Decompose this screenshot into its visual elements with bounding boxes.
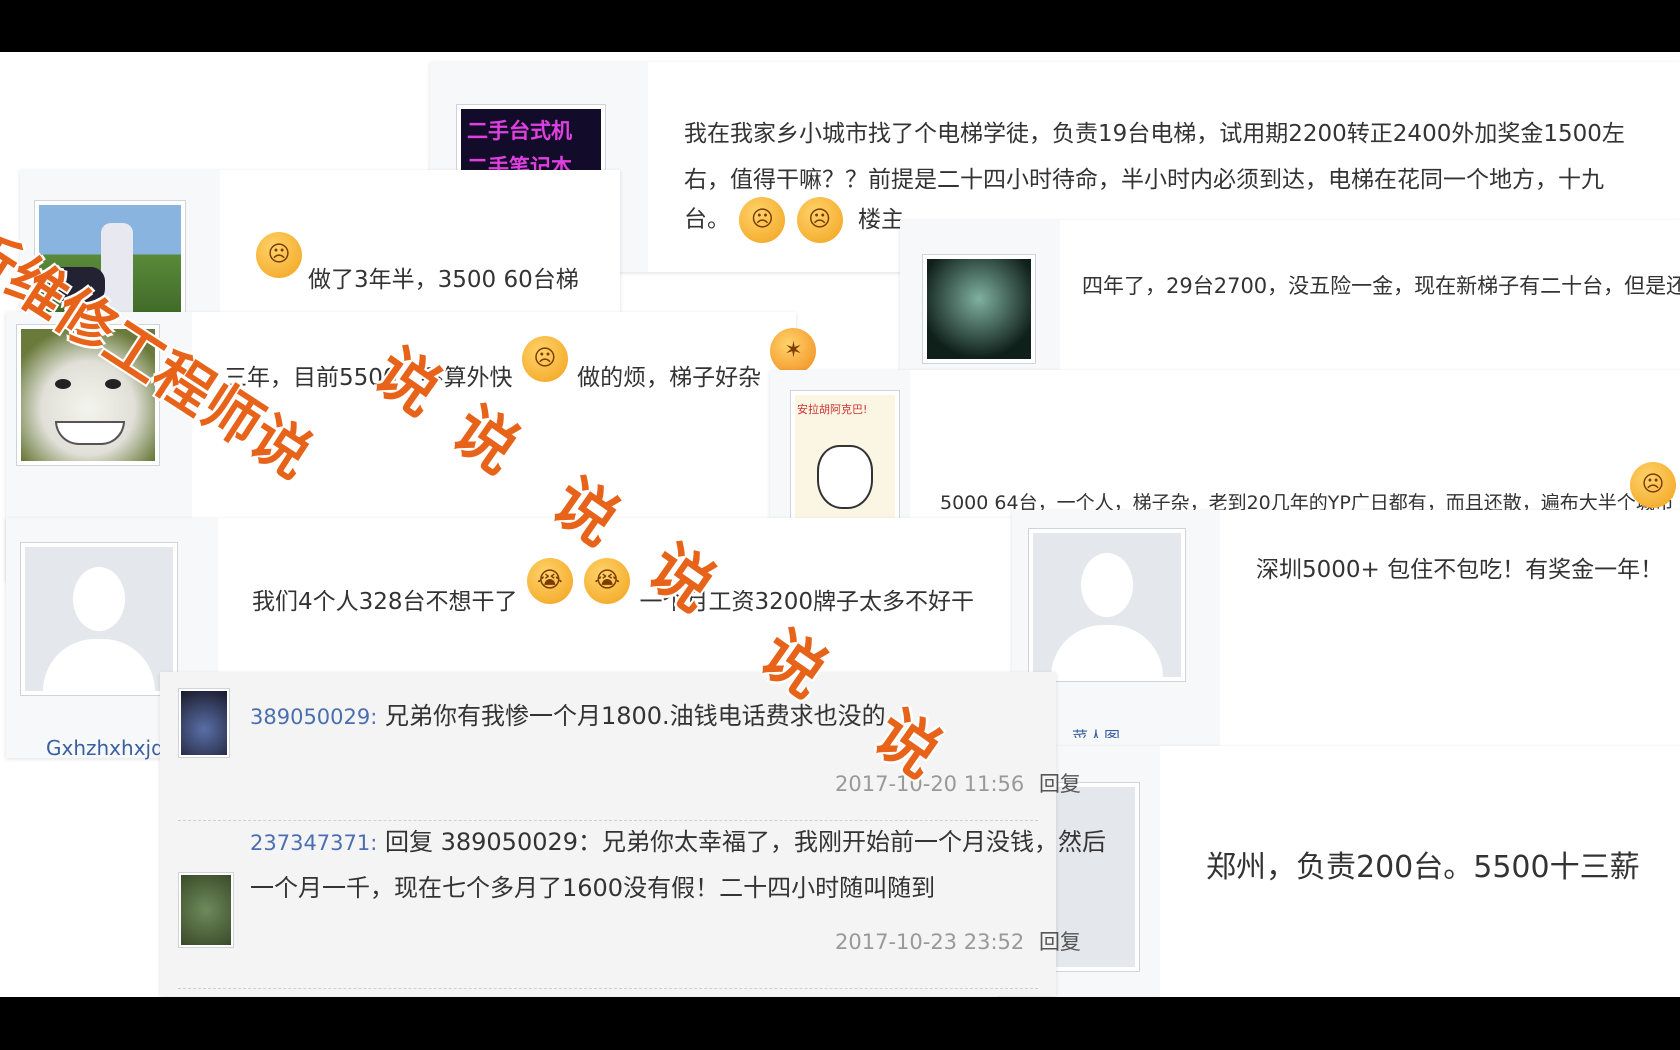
post-op-text-3-a: 台。 (684, 206, 730, 233)
avatar-default-left (20, 542, 178, 696)
post-op-text-1: 我在我家乡小城市找了个电梯学徒，负责19台电梯，试用期2200转正2400外加奖… (684, 121, 1625, 147)
post-3-text: 四年了，29台2700，没五险一金，现在新梯子有二十台，但是还没给加奖金 (1082, 274, 1680, 298)
post-7-text: 深圳5000+ 包住不包吃！有奖金一年！ (1256, 557, 1664, 583)
frown-emoji-icon: ☹ (521, 336, 568, 382)
post-2-text-body: 做了3年半，3500 60台梯 (308, 267, 579, 293)
post-4-text: 三年，目前5500，不算外快 ☹ 做的烦，梯子好杂 ✶ (224, 328, 818, 392)
frown-emoji-icon: ☹ (256, 232, 302, 278)
collage-area: 二手台式机 二手笔记本 我在我家乡小城市找了个电梯学徒，负责19台电梯，试用期2… (0, 52, 1680, 997)
crying-emoji-icon: 😭 (526, 558, 573, 604)
top-black-bar (0, 0, 1680, 52)
reply-2-time: 2017-10-23 23:52 (835, 930, 1025, 954)
frown-emoji-icon: ☹ (739, 197, 786, 243)
post-card-8: 郑州，负责200台。5500十三薪 (1000, 746, 1680, 997)
avatar-hands (922, 254, 1036, 364)
avatar-cartoon-text: 安拉胡阿克巴! (797, 403, 868, 416)
post-card-7: 菜人图 深圳5000+ 包住不包吃！有奖金一年！ (1012, 510, 1680, 758)
right-username[interactable]: 菜人图 (1072, 724, 1120, 738)
sick-emoji-icon: ✶ (770, 328, 817, 374)
crying-emoji-icon: 😭 (584, 558, 631, 604)
reply-1-body: 兄弟你有我惨一个月1800.油钱电话费求也没的 (384, 702, 886, 730)
reply-2-meta: 2017-10-23 23:52 回复 (835, 926, 1081, 956)
reply-2-body: 回复 389050029：兄弟你太幸福了，我刚开始前一个月没钱，然后 (384, 828, 1107, 856)
post-2-text: ☹ 做了3年半，3500 60台梯 (256, 232, 579, 294)
reply-1-time: 2017-10-20 11:56 (835, 772, 1025, 796)
reply-bottom-divider (178, 988, 1038, 989)
reply-1-reply-link[interactable]: 回复 (1039, 772, 1081, 796)
post-8-text: 郑州，负责200台。5500十三薪 (1206, 850, 1640, 885)
post-op-text-2: 右，值得干嘛？？前提是二十四小时待命，半小时内必须到达，电梯在花同一个地方，十九 (684, 167, 1604, 193)
reply-divider (178, 820, 1038, 821)
thumb-ad-text-1: 二手台式机 (467, 119, 572, 143)
op-tag: 楼主 (857, 206, 904, 233)
reply-avatar-2 (178, 872, 234, 948)
reply-2-text-2: 一个月一千，现在七个多月了1600没有假！二十四小时随叫随到 (250, 874, 936, 902)
post-6-text-a: 我们4个人328台不想干了 (252, 589, 518, 615)
reply-1-meta: 2017-10-20 11:56 回复 (835, 768, 1081, 798)
reply-2-reply-link[interactable]: 回复 (1039, 930, 1081, 954)
frown-emoji-icon: ☹ (1630, 462, 1676, 508)
left-username[interactable]: Gxhzhxhxjd (46, 736, 164, 760)
reply-2-user[interactable]: 237347371: (250, 831, 377, 855)
bottom-black-bar (0, 997, 1680, 1050)
post-card-3: 四年了，29台2700，没五险一金，现在新梯子有二十台，但是还没给加奖金 (900, 220, 1680, 380)
frown-emoji-icon: ☹ (796, 197, 843, 243)
reply-avatar-1 (178, 688, 230, 758)
avatar-default-right (1028, 528, 1186, 682)
post-4-text-b: 做的烦，梯子好杂 (577, 365, 762, 391)
reply-1-user[interactable]: 389050029: (250, 705, 377, 729)
post-6-text: 我们4个人328台不想干了 😭 😭 一个月工资3200牌子太多不好干 (252, 558, 974, 616)
post-op-text-3: 台。 ☹ ☹ 楼主 (684, 197, 904, 243)
reply-2-text-1: 237347371: 回复 389050029：兄弟你太幸福了，我刚开始前一个月… (250, 822, 1106, 857)
